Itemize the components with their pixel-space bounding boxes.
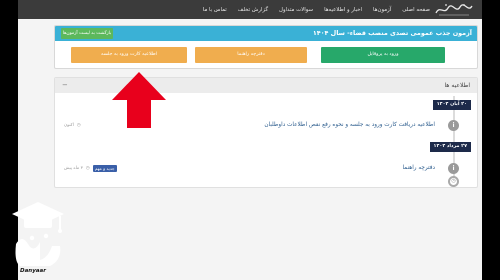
entry-card-notice-button[interactable]: اطلاعیه کارت ورود به جلسه (71, 47, 187, 63)
nav-home[interactable]: صفحه اصلی (402, 7, 430, 13)
watermark-label: Danyaar (20, 268, 46, 274)
news-panel-title: اطلاعیه ها (444, 82, 470, 89)
nav-news[interactable]: اخبار و اطلاعیه‌ها (324, 7, 362, 13)
nav-faq[interactable]: سوالات متداول (279, 7, 313, 13)
date-badge: ۲۷ مرداد ۱۴۰۴ (429, 142, 471, 152)
collapse-minus-icon[interactable]: − (62, 80, 68, 90)
exam-panel-header: آزمون جذب عمومی تصدی منصب قضاء- سال ۱۴۰۴… (55, 26, 477, 41)
page: صفحه اصلی آزمون‌ها اخبار و اطلاعیه‌ها سو… (18, 0, 482, 280)
news-item-time: ۳ ماه پیش (64, 166, 83, 171)
exam-panel: آزمون جذب عمومی تصدی منصب قضاء- سال ۱۴۰۴… (54, 25, 478, 69)
new-important-badge: جدید و مهم (92, 165, 117, 172)
news-item-meta: جدید و مهم ◷ ۳ ماه پیش (64, 165, 117, 172)
exam-title: آزمون جذب عمومی تصدی منصب قضاء- سال ۱۴۰۴ (312, 29, 472, 37)
clock-icon: ◷ (85, 166, 90, 171)
exam-actions: ورود به پروفایل دفترچه راهنما اطلاعیه کا… (55, 41, 477, 68)
nav-contact[interactable]: تماس با ما (203, 7, 227, 13)
danyaar-logo-icon (12, 202, 64, 266)
guide-booklet-button[interactable]: دفترچه راهنما (195, 47, 307, 63)
info-icon: i (448, 120, 459, 131)
clock-icon: ◷ (76, 123, 81, 128)
back-to-exam-list-button[interactable]: بازگشت به لیست آزمون‌ها (61, 28, 113, 39)
news-item-title[interactable]: اطلاعیه دریافت کارت ورود به جلسه و نحوه … (264, 122, 435, 128)
top-navbar: صفحه اصلی آزمون‌ها اخبار و اطلاعیه‌ها سو… (18, 0, 482, 19)
profile-login-button[interactable]: ورود به پروفایل (321, 47, 445, 63)
news-item-title[interactable]: دفترچه راهنما (402, 165, 435, 171)
date-badge: ۲۰ آبان ۱۴۰۴ (432, 100, 471, 110)
info-icon: i (448, 163, 459, 174)
nav-menu: صفحه اصلی آزمون‌ها اخبار و اطلاعیه‌ها سو… (203, 0, 430, 19)
news-item-time: اکنون (64, 123, 74, 128)
nav-report-violation[interactable]: گزارش تخلف (238, 7, 268, 13)
news-item-meta: ◷ اکنون (64, 123, 81, 128)
red-arrow-icon (112, 72, 166, 128)
logo-calligraphy-icon (435, 4, 473, 16)
site-logo[interactable] (434, 2, 474, 17)
timeline-end-clock-icon: ◷ (448, 176, 459, 187)
nav-exams[interactable]: آزمون‌ها (373, 7, 391, 13)
